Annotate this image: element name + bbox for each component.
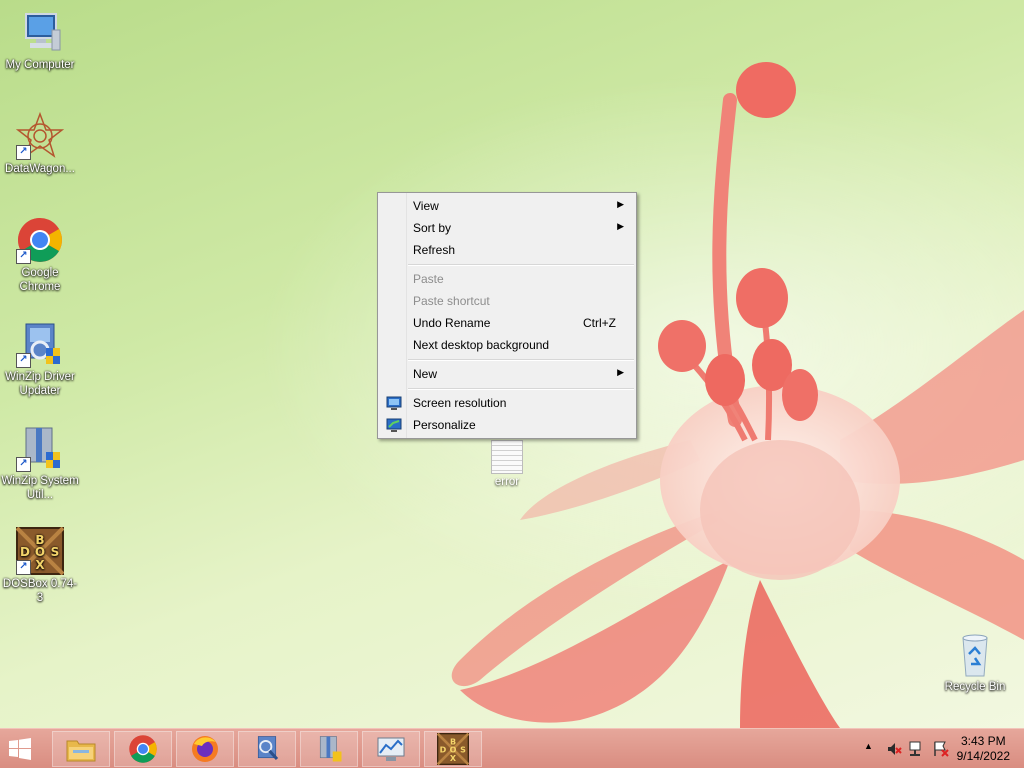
personalize-icon (386, 417, 402, 433)
svg-text:O: O (450, 745, 457, 754)
icon-label: DataWagon... (5, 163, 75, 175)
system-tray: ▲ 3:43 PM 9/14/2022 (844, 729, 1024, 768)
submenu-arrow-icon: ▶ (617, 199, 624, 209)
winzip-system-utilities-icon: ↗ (16, 424, 64, 472)
desktop-file-error[interactable]: error (480, 440, 534, 488)
taskbar-winzip-driver-updater[interactable] (238, 731, 296, 767)
menu-item-new[interactable]: New ▶ (380, 363, 634, 385)
menu-item-label: Paste (413, 272, 444, 286)
desktop-icon-winzip-system-utilities[interactable]: ↗ WinZip System Util... (0, 424, 80, 502)
icon-label: Google Chrome (19, 267, 61, 293)
windows-logo-icon (9, 738, 31, 760)
menu-item-label: Next desktop background (413, 338, 550, 352)
menu-item-label: Paste shortcut (413, 294, 490, 308)
menu-item-next-desktop-background[interactable]: Next desktop background (380, 334, 634, 356)
icon-label: My Computer (5, 59, 75, 71)
datawagon-icon: ↗ (15, 111, 65, 160)
dosbox-icon: B D O S X ↗ (15, 526, 65, 576)
svg-text:X: X (450, 754, 457, 763)
menu-item-screen-resolution[interactable]: Screen resolution (380, 392, 634, 414)
taskbar-winzip-system-utilities[interactable] (300, 731, 358, 767)
taskbar: B D O S X ▲ 3:43 PM 9/14/2022 (0, 728, 1024, 768)
desktop-icon-datawagon[interactable]: ↗ DataWagon... (0, 111, 80, 176)
menu-item-paste-shortcut: Paste shortcut (380, 290, 634, 312)
monitor-icon (377, 737, 405, 761)
submenu-arrow-icon: ▶ (617, 367, 624, 377)
svg-text:S: S (51, 545, 60, 559)
desktop-icon-winzip-driver-updater[interactable]: ↗ WinZip Driver Updater (0, 320, 80, 398)
menu-item-label: View (413, 199, 439, 213)
recycle-bin-icon (951, 630, 999, 678)
screen-resolution-icon (386, 395, 402, 411)
winzip-driver-updater-icon: ↗ (16, 320, 64, 368)
menu-item-personalize[interactable]: Personalize (380, 414, 634, 436)
clock-time: 3:43 PM (960, 734, 1006, 748)
menu-separator (408, 264, 634, 266)
menu-item-shortcut: Ctrl+Z (583, 316, 616, 330)
svg-text:D: D (20, 545, 30, 559)
menu-item-paste: Paste (380, 268, 634, 290)
winzip-driver-updater-icon (257, 736, 279, 761)
menu-item-label: Screen resolution (413, 396, 507, 410)
menu-separator (408, 359, 634, 361)
desktop-context-menu: View ▶ Sort by ▶ Refresh Paste Paste sho… (377, 192, 637, 439)
menu-item-label: Personalize (413, 418, 476, 432)
icon-label: DOSBox 0.74-3 (2, 578, 78, 604)
show-hidden-icons-chevron-icon[interactable]: ▲ (864, 741, 873, 751)
text-file-icon (491, 440, 523, 474)
winzip-system-utilities-icon (319, 736, 342, 762)
svg-text:S: S (460, 745, 466, 754)
svg-text:O: O (35, 545, 45, 559)
menu-item-label: New (413, 367, 438, 381)
menu-item-label: Undo Rename (413, 316, 491, 330)
desktop-icon-my-computer[interactable]: My Computer (0, 8, 80, 72)
icon-label: Recycle Bin (944, 681, 1006, 693)
desktop-icon-dosbox[interactable]: B D O S X ↗ DOSBox 0.74-3 (0, 526, 80, 605)
firefox-icon (192, 736, 218, 762)
shortcut-arrow-icon: ↗ (16, 457, 31, 472)
shortcut-arrow-icon: ↗ (16, 145, 31, 160)
file-label: error (494, 476, 520, 488)
menu-item-label: Refresh (413, 243, 456, 257)
shortcut-arrow-icon: ↗ (16, 353, 31, 368)
shortcut-arrow-icon: ↗ (16, 560, 31, 575)
network-icon[interactable] (908, 740, 926, 758)
computer-icon (16, 8, 64, 56)
start-button[interactable] (8, 737, 32, 761)
menu-item-undo-rename[interactable]: Undo Rename Ctrl+Z (380, 312, 634, 334)
chrome-icon (129, 735, 157, 763)
menu-item-refresh[interactable]: Refresh (380, 239, 634, 261)
speaker-muted-icon[interactable] (886, 741, 902, 757)
svg-text:X: X (35, 558, 45, 572)
menu-item-view[interactable]: View ▶ (380, 195, 634, 217)
menu-separator (408, 388, 634, 390)
menu-item-sort-by[interactable]: Sort by ▶ (380, 217, 634, 239)
taskbar-chrome[interactable] (114, 731, 172, 767)
icon-label: WinZip Driver Updater (5, 371, 75, 397)
submenu-arrow-icon: ▶ (617, 221, 624, 231)
taskbar-file-explorer[interactable] (52, 731, 110, 767)
taskbar-firefox[interactable] (176, 731, 234, 767)
clock[interactable]: 3:43 PM 9/14/2022 (957, 734, 1010, 764)
desktop-icon-recycle-bin[interactable]: Recycle Bin (935, 630, 1015, 694)
action-center-flag-icon[interactable] (932, 740, 950, 758)
svg-text:D: D (440, 745, 447, 754)
chrome-icon: ↗ (16, 216, 64, 264)
shortcut-arrow-icon: ↗ (16, 249, 31, 264)
desktop-icon-google-chrome[interactable]: ↗ Google Chrome (0, 216, 80, 294)
taskbar-dosbox[interactable]: B D O S X (424, 731, 482, 767)
menu-item-label: Sort by (413, 221, 452, 235)
folder-icon (66, 740, 96, 762)
clock-date: 9/14/2022 (956, 749, 1010, 763)
icon-label: WinZip System Util... (1, 475, 79, 501)
taskbar-system-monitor[interactable] (362, 731, 420, 767)
dosbox-icon: B D O S X (437, 733, 469, 765)
